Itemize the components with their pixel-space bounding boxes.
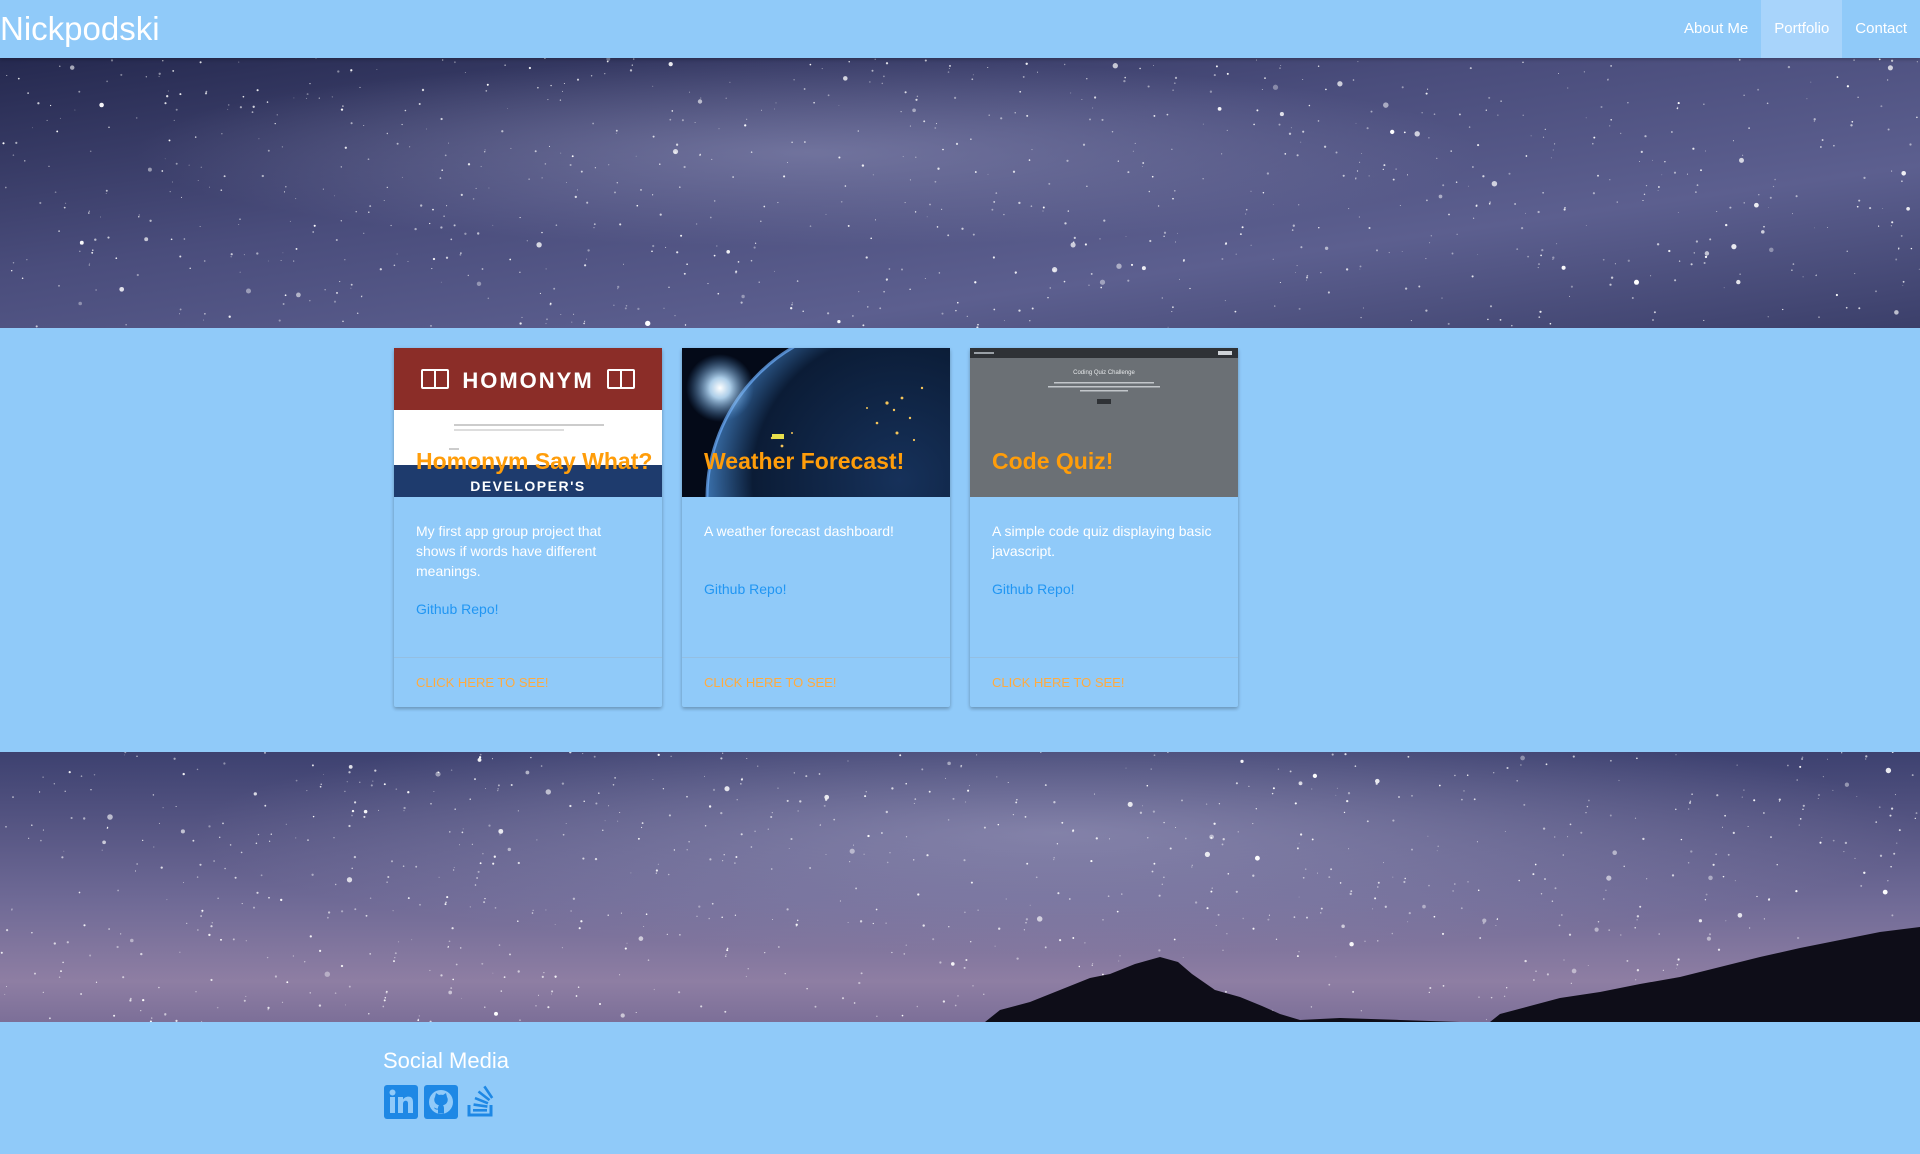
see-project-link[interactable]: Click here to see!: [992, 675, 1124, 690]
nav-link-about-me[interactable]: About Me: [1671, 0, 1761, 58]
portfolio-cards: HOMONYM DEVELOPER'S Homonym Say What? My…: [394, 348, 1238, 707]
card-action: Click here to see!: [394, 657, 662, 707]
linkedin-icon[interactable]: [383, 1084, 419, 1120]
footer-title: Social Media: [383, 1048, 509, 1073]
card-image-weather[interactable]: Weather Forecast!: [682, 348, 950, 497]
card-content: A simple code quiz displaying basic java…: [970, 497, 1238, 655]
see-project-link[interactable]: Click here to see!: [704, 675, 836, 690]
github-icon[interactable]: [423, 1084, 459, 1120]
github-repo-link[interactable]: Github Repo!: [992, 581, 1075, 597]
svg-text:Coding Quiz Challenge: Coding Quiz Challenge: [1073, 370, 1135, 376]
card-action: Click here to see!: [682, 657, 950, 707]
card-description: A simple code quiz displaying basic java…: [992, 523, 1212, 559]
card-description: A weather forecast dashboard!: [704, 523, 894, 539]
card-title: Weather Forecast!: [704, 448, 905, 474]
nav-links: About Me Portfolio Contact: [1671, 0, 1920, 58]
card-title: Code Quiz!: [992, 448, 1114, 474]
svg-text:DEVELOPER'S: DEVELOPER'S: [470, 478, 586, 494]
parallax-starfield-top: [0, 58, 1920, 328]
parallax-starfield-bottom: [0, 752, 1920, 1022]
card-content: My first app group project that shows if…: [394, 497, 662, 655]
card-action: Click here to see!: [970, 657, 1238, 707]
card-image-homonym[interactable]: HOMONYM DEVELOPER'S Homonym Say What?: [394, 348, 662, 497]
svg-text:HOMONYM: HOMONYM: [462, 368, 593, 393]
see-project-link[interactable]: Click here to see!: [416, 675, 548, 690]
card-content: A weather forecast dashboard! Github Rep…: [682, 497, 950, 655]
card-description: My first app group project that shows if…: [416, 523, 602, 579]
stackoverflow-icon[interactable]: [463, 1084, 499, 1120]
project-card-weather: Weather Forecast! A weather forecast das…: [682, 348, 950, 707]
project-card-code-quiz: Coding Quiz Challenge Code Quiz! A simpl…: [970, 348, 1238, 707]
github-repo-link[interactable]: Github Repo!: [416, 601, 499, 617]
social-links: [383, 1084, 499, 1120]
footer: Social Media: [0, 1022, 1920, 1154]
navbar: Nickpodski About Me Portfolio Contact: [0, 0, 1920, 58]
github-repo-link[interactable]: Github Repo!: [704, 581, 787, 597]
card-title: Homonym Say What?: [416, 448, 653, 474]
nav-link-portfolio[interactable]: Portfolio: [1761, 0, 1843, 58]
project-card-homonym: HOMONYM DEVELOPER'S Homonym Say What? My…: [394, 348, 662, 707]
card-image-code-quiz[interactable]: Coding Quiz Challenge Code Quiz!: [970, 348, 1238, 497]
brand-logo[interactable]: Nickpodski: [0, 8, 160, 50]
nav-link-contact[interactable]: Contact: [1842, 0, 1920, 58]
